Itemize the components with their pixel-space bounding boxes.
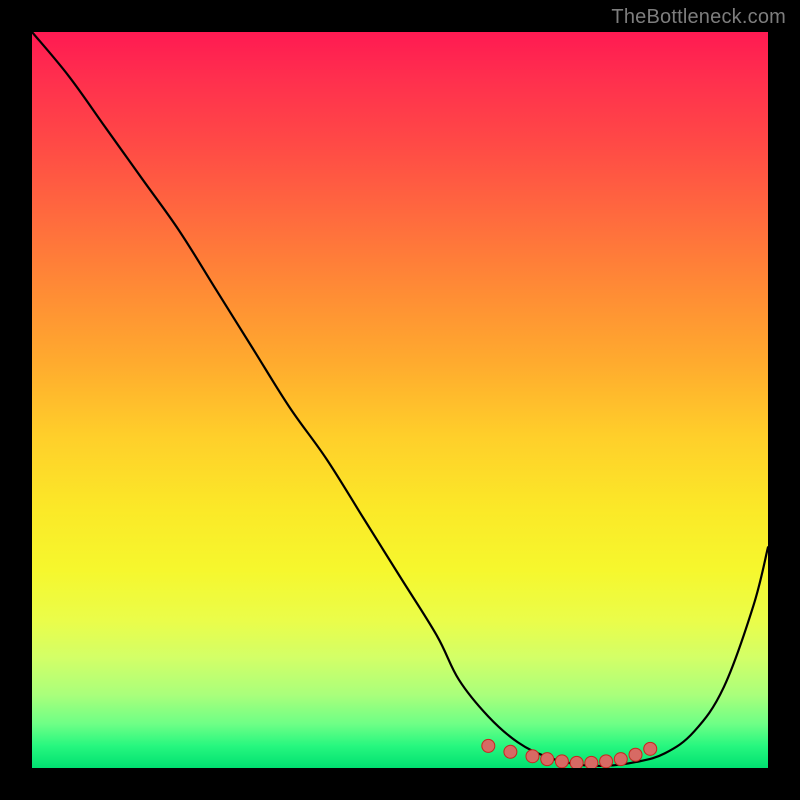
plot-svg [32, 32, 768, 768]
optimal-marker [570, 756, 583, 768]
plot-area [32, 32, 768, 768]
optimal-marker [585, 756, 598, 768]
optimal-marker [614, 753, 627, 766]
optimal-marker [482, 739, 495, 752]
optimal-marker [526, 750, 539, 763]
bottleneck-curve [32, 32, 768, 766]
chart-stage: TheBottleneck.com [0, 0, 800, 800]
watermark-text: TheBottleneck.com [611, 6, 786, 29]
optimal-marker [541, 753, 554, 766]
optimal-marker [555, 755, 568, 768]
optimal-marker [504, 745, 517, 758]
optimal-marker [629, 748, 642, 761]
optimal-marker [600, 755, 613, 768]
optimal-marker [644, 742, 657, 755]
